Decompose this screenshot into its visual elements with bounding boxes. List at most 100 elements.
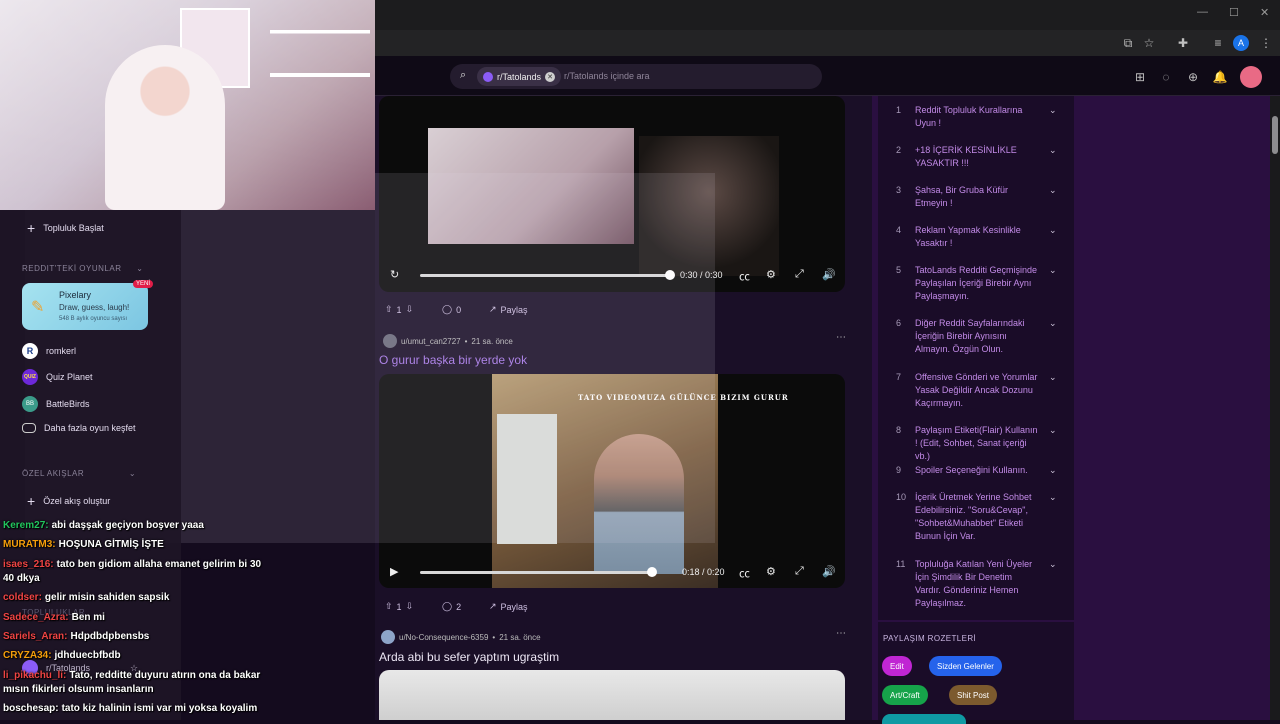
- discover-games-link[interactable]: Daha fazla oyun keşfet: [22, 423, 136, 433]
- scrollbar[interactable]: [1270, 96, 1280, 720]
- clear-chip-icon[interactable]: ✕: [545, 71, 556, 82]
- featured-game-card[interactable]: ✎ Pixelary Draw, guess, laugh! 548 B ayl…: [22, 280, 154, 330]
- post3-title[interactable]: Arda abi bu sefer yaptım ugraştim: [379, 650, 559, 664]
- romkerl-icon: R: [22, 343, 38, 359]
- featured-game-name: Pixelary: [59, 290, 92, 300]
- chat-message: Sariels_Aran: Hdpdbdpbensbs: [3, 631, 149, 642]
- post2-vote[interactable]: ⇧ 1 ⇩: [385, 601, 413, 612]
- cast-icon[interactable]: ⧉: [1120, 35, 1136, 51]
- badge-partial[interactable]: [882, 714, 966, 724]
- downvote-icon[interactable]: ⇩: [406, 601, 414, 612]
- chat-username: Sadece_Azra:: [3, 612, 69, 623]
- volume-icon[interactable]: 🔊: [822, 268, 836, 281]
- restore-icon[interactable]: ☐: [1229, 6, 1239, 19]
- minimize-icon[interactable]: —: [1197, 6, 1208, 18]
- rule-text: Offensive Gönderi ve Yorumlar Yasak Deği…: [915, 372, 1038, 408]
- quiz-planet-icon: QUIZ: [22, 369, 38, 385]
- chevron-down-icon[interactable]: ⌄: [1049, 184, 1057, 197]
- captions-icon[interactable]: ㏄: [739, 565, 750, 581]
- chat-icon[interactable]: ◌: [1158, 69, 1174, 85]
- badge-shit-post[interactable]: Shit Post: [949, 685, 998, 705]
- badge-sizden-gelenler-label: Sizden Gelenler: [937, 661, 994, 671]
- subreddit-chip-label: r/Tatolands: [497, 71, 542, 82]
- subreddit-icon: [483, 71, 493, 82]
- post2-share[interactable]: ↗ Paylaş: [489, 601, 528, 612]
- feeds-section-header[interactable]: ÖZEL AKIŞLAR ⌄: [22, 469, 136, 478]
- chat-message: CRYZA34: jdhduecbfbdb: [3, 650, 121, 661]
- chat-message: coldser: gelir misin sahiden sapsik: [3, 592, 169, 603]
- chevron-down-icon[interactable]: ⌄: [1049, 424, 1057, 437]
- volume-icon[interactable]: 🔊: [822, 565, 836, 578]
- chevron-down-icon[interactable]: ⌄: [1049, 264, 1057, 277]
- badge-edit[interactable]: Edit: [882, 656, 912, 676]
- chevron-down-icon[interactable]: ⌄: [1049, 144, 1057, 157]
- rule-number: 7: [896, 372, 902, 382]
- chat-username: Kerem27:: [3, 520, 49, 531]
- badges-panel: PAYLAŞIM ROZETLERİ Edit Sizden Gelenler …: [878, 622, 1074, 724]
- chat-username: CRYZA34:: [3, 650, 52, 661]
- extensions-icon[interactable]: ✚: [1175, 35, 1191, 51]
- profile-avatar-icon[interactable]: A: [1233, 35, 1249, 51]
- post3-more-icon[interactable]: ⋯: [836, 628, 846, 639]
- settings-gear-icon[interactable]: ⚙: [766, 268, 776, 281]
- rule-number: 10: [896, 492, 907, 502]
- create-feed-button[interactable]: + Özel akış oluştur: [27, 493, 110, 509]
- chevron-down-icon[interactable]: ⌄: [1049, 371, 1057, 384]
- play-icon[interactable]: ▶: [390, 565, 398, 578]
- game-item-battlebirds[interactable]: BB BattleBirds: [22, 396, 90, 412]
- badge-shit-post-label: Shit Post: [957, 690, 990, 700]
- reading-list-icon[interactable]: ≡: [1210, 35, 1226, 51]
- chat-text: Hdpdbdpbensbs: [70, 631, 150, 642]
- rule-text: İçerik Üretmek Yerine Sohbet Edebilirsin…: [915, 492, 1032, 541]
- chevron-down-icon[interactable]: ⌄: [1049, 317, 1057, 330]
- upvote-icon[interactable]: ⇧: [385, 601, 393, 612]
- game-label-quiz-planet: Quiz Planet: [46, 372, 93, 382]
- game-item-quiz-planet[interactable]: QUIZ Quiz Planet: [22, 369, 93, 385]
- featured-game-meta: 548 B aylık oyuncu sayısı: [59, 316, 128, 322]
- badge-art-craft[interactable]: Art/Craft: [882, 685, 928, 705]
- post3-image[interactable]: [379, 670, 845, 720]
- chevron-down-icon[interactable]: ⌄: [1049, 491, 1057, 504]
- search-placeholder: r/Tatolands içinde ara: [564, 71, 650, 81]
- chevron-down-icon[interactable]: ⌄: [1049, 224, 1057, 237]
- rule-text: +18 İÇERİK KESİNLİKLE YASAKTIR !!!: [915, 145, 1017, 168]
- close-icon[interactable]: ✕: [1260, 6, 1269, 19]
- chevron-down-icon[interactable]: ⌄: [1049, 464, 1057, 477]
- kebab-menu-icon[interactable]: ⋮: [1258, 35, 1274, 51]
- chevron-down-icon[interactable]: ⌄: [1049, 104, 1057, 117]
- battlebirds-icon: BB: [22, 396, 38, 412]
- featured-game-desc: Draw, guess, laugh!: [59, 303, 130, 312]
- post2-comments[interactable]: ◯ 2: [442, 601, 461, 612]
- ads-icon[interactable]: ⊞: [1132, 69, 1148, 85]
- badge-art-craft-label: Art/Craft: [890, 690, 920, 700]
- post2-progress-knob[interactable]: [647, 567, 657, 577]
- badge-sizden-gelenler[interactable]: Sizden Gelenler: [929, 656, 1002, 676]
- settings-gear-icon[interactable]: ⚙: [766, 565, 776, 578]
- post3-meta: u/No-Consequence-6359 • 21 sa. önce: [381, 630, 541, 644]
- post3-author-avatar[interactable]: [381, 630, 395, 644]
- game-item-romkerl[interactable]: R romkerl: [22, 343, 76, 359]
- start-community-button[interactable]: + Topluluk Başlat: [27, 220, 104, 236]
- rule-text: Reklam Yapmak Kesinlikle Yasaktır !: [915, 225, 1021, 248]
- chevron-down-icon[interactable]: ⌄: [1049, 558, 1057, 571]
- chat-text: gelir misin sahiden sapsik: [44, 592, 170, 603]
- post2-progress-bar[interactable]: [420, 571, 652, 574]
- post2-comment-count: 2: [456, 601, 462, 612]
- post3-author[interactable]: u/No-Consequence-6359: [399, 633, 488, 642]
- notification-bell-icon[interactable]: 🔔: [1212, 69, 1228, 85]
- fullscreen-icon[interactable]: ⤢: [795, 268, 804, 281]
- captions-icon[interactable]: ㏄: [739, 268, 750, 284]
- subreddit-chip[interactable]: r/Tatolands ✕: [477, 67, 562, 86]
- rule-text: Reddit Topluluk Kurallarına Uyun !: [915, 105, 1023, 128]
- create-post-icon[interactable]: ⊕: [1185, 69, 1201, 85]
- game-label-battlebirds: BattleBirds: [46, 399, 90, 409]
- bookmark-star-icon[interactable]: ☆: [1141, 35, 1157, 51]
- chat-text: tato ben gidiom allaha emanet gelirim bi…: [56, 559, 262, 570]
- chat-text: abi daşşak geçiyon boşver yaaa: [51, 520, 204, 531]
- post2-more-icon[interactable]: ⋯: [836, 332, 846, 343]
- games-section-header[interactable]: REDDIT'TEKİ OYUNLAR ⌄: [22, 264, 143, 273]
- user-avatar[interactable]: [1240, 66, 1262, 88]
- scrollbar-thumb[interactable]: [1272, 116, 1278, 154]
- fullscreen-icon[interactable]: ⤢: [795, 565, 804, 578]
- chat-text: tato kiz halinin ismi var mi yoksa koyal…: [61, 703, 258, 714]
